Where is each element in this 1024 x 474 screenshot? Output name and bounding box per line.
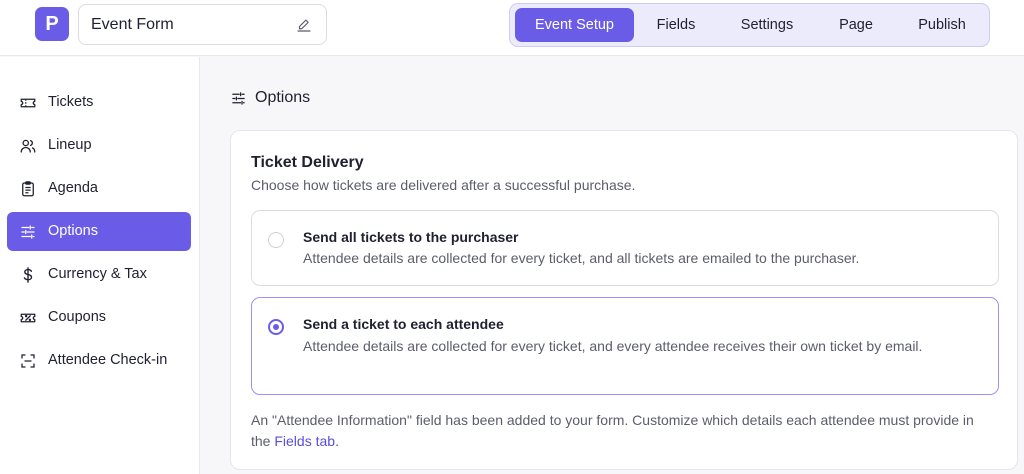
sidebar-item-label: Options — [48, 223, 98, 239]
ticket-delivery-card: Ticket Delivery Choose how tickets are d… — [230, 130, 1018, 470]
dollar-icon — [23, 267, 33, 283]
sidebar-item-label: Attendee Check-in — [48, 352, 168, 368]
sliders-icon — [232, 91, 245, 105]
tab-event-setup[interactable]: Event Setup — [515, 8, 634, 42]
sidebar-item-label: Coupons — [48, 309, 107, 325]
users-icon — [20, 139, 36, 153]
option-send-to-each-attendee[interactable]: Send a ticket to each attendee Attendee … — [251, 297, 999, 395]
tab-publish[interactable]: Publish — [901, 8, 983, 42]
clipboard-icon — [22, 181, 34, 197]
option-send-to-purchaser[interactable]: Send all tickets to the purchaser Attend… — [251, 210, 999, 286]
card-title: Ticket Delivery — [251, 154, 364, 171]
sidebar-item-options[interactable]: Options — [7, 212, 191, 251]
tab-page[interactable]: Page — [821, 8, 891, 42]
note-end: . — [335, 433, 339, 449]
card-subtitle: Choose how tickets are delivered after a… — [251, 177, 636, 193]
sidebar-item-tickets[interactable]: Tickets — [7, 83, 191, 122]
tab-settings[interactable]: Settings — [724, 8, 810, 42]
sidebar-item-agenda[interactable]: Agenda — [7, 169, 191, 208]
scan-icon — [21, 354, 35, 368]
sidebar-item-label: Lineup — [48, 137, 92, 153]
radio-button[interactable] — [268, 232, 284, 248]
edit-pencil-icon[interactable] — [295, 16, 313, 34]
sidebar: Tickets Lineup Agenda Options Currency &… — [0, 57, 200, 474]
fields-tab-link[interactable]: Fields tab — [274, 433, 335, 449]
radio-button-selected[interactable] — [268, 319, 284, 335]
sliders-icon — [21, 225, 35, 239]
form-title-text: Event Form — [91, 16, 174, 33]
option-description: Attendee details are collected for every… — [303, 338, 923, 354]
sidebar-item-label: Currency & Tax — [48, 266, 147, 282]
info-note: An "Attendee Information" field has been… — [251, 410, 991, 452]
form-title-field[interactable]: Event Form — [78, 4, 327, 45]
sidebar-item-label: Tickets — [48, 94, 94, 110]
app-logo[interactable]: P — [35, 7, 69, 41]
sidebar-item-attendee-check-in[interactable]: Attendee Check-in — [7, 341, 191, 380]
option-title: Send all tickets to the purchaser — [303, 229, 519, 245]
sidebar-item-coupons[interactable]: Coupons — [7, 298, 191, 337]
sidebar-item-currency-tax[interactable]: Currency & Tax — [7, 255, 191, 294]
option-title: Send a ticket to each attendee — [303, 316, 504, 332]
top-bar: P Event Form Event Setup Fields Settings… — [0, 0, 1024, 56]
sidebar-item-lineup[interactable]: Lineup — [7, 126, 191, 165]
main-tabs: Event Setup Fields Settings Page Publish — [509, 3, 990, 47]
option-description: Attendee details are collected for every… — [303, 250, 860, 266]
note-text: An "Attendee Information" field has been… — [251, 412, 974, 449]
logo-letter: P — [45, 12, 59, 35]
coupon-icon — [20, 313, 36, 323]
section-title: Options — [255, 89, 311, 106]
section-header: Options — [230, 89, 310, 107]
tab-fields[interactable]: Fields — [640, 8, 712, 42]
sidebar-item-label: Agenda — [48, 180, 98, 196]
ticket-icon — [20, 98, 36, 108]
